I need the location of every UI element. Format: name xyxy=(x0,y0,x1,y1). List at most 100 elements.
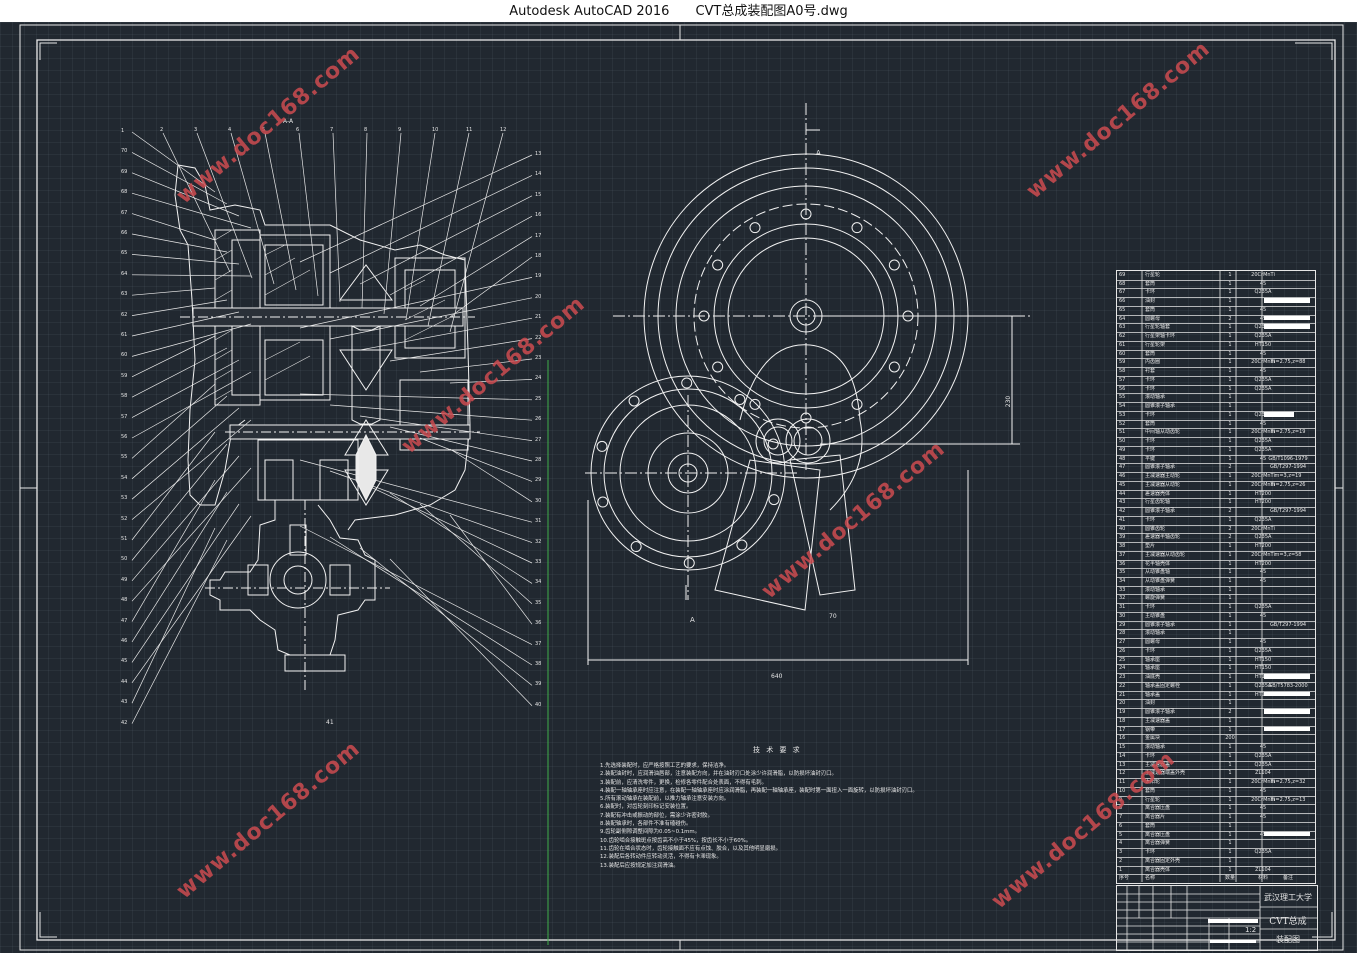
bom-cell: 圆锥滚子轴承 xyxy=(1145,621,1176,628)
callout-number: 59 xyxy=(121,372,128,379)
scale-bar xyxy=(1208,919,1258,923)
note-item: 4.装配一轴轴承座时应注意，在装配一轴轴承座时应涂润滑脂，再装配一轴轴承座，装配… xyxy=(600,787,918,794)
bolt-hole xyxy=(749,398,761,410)
callout-number: 69 xyxy=(121,168,128,175)
file-title: CVT总成装配图A0号.dwg xyxy=(695,4,848,19)
bom-cell: 45 xyxy=(1259,612,1267,619)
bom-cell: 1 xyxy=(1228,333,1232,340)
bom-cell: 1 xyxy=(1228,490,1232,497)
bom-cell: 1 xyxy=(1228,691,1232,698)
bom-cell: 备注 xyxy=(1282,875,1293,882)
bom-cell: 1 xyxy=(1228,866,1232,873)
bolt-hole xyxy=(596,440,608,452)
bom-cell: 套筒 xyxy=(1145,822,1156,829)
leader-line xyxy=(131,431,216,541)
bolt-hole xyxy=(681,377,693,389)
callout-number: 20 xyxy=(535,293,542,300)
leader-line xyxy=(131,254,240,265)
bom-cell: Q235A xyxy=(1254,438,1272,445)
drawing-type: 装配图 xyxy=(1276,935,1300,944)
callout-number: 27 xyxy=(535,436,542,443)
bom-cell: 从动锥盘弹簧 xyxy=(1145,578,1176,584)
bom-cell: 45 xyxy=(1259,639,1267,646)
bom-cell: 1 xyxy=(1228,324,1232,331)
bom-cell: 主减速器从动轮 xyxy=(1145,481,1181,488)
leader-line xyxy=(298,132,319,297)
note-item: 8.装配轴承时，各部件不准有磕碰伤。 xyxy=(600,821,692,828)
bom-cell: 差速器半轴齿轮 xyxy=(1145,534,1181,541)
bom-cell: 14 xyxy=(1119,752,1126,759)
bom-cell: 1 xyxy=(1228,665,1232,672)
bom-cell: 62 xyxy=(1119,333,1126,340)
bom-cell: 56 xyxy=(1119,385,1126,392)
bom-cell: 47 xyxy=(1119,464,1126,471)
bom-cell: 行星架轴卡环 xyxy=(1145,333,1176,340)
bom-cell: 69 xyxy=(1119,272,1126,278)
bom-cell: 1 xyxy=(1228,306,1232,313)
callout-number: 37 xyxy=(535,640,542,647)
scale-value: 1:2 xyxy=(1245,926,1257,934)
leader-line xyxy=(329,470,533,543)
callout-number: 18 xyxy=(535,253,542,259)
callout-number: 43 xyxy=(121,699,128,706)
bom-cell: Q235A xyxy=(1254,752,1272,759)
bom-cell: 离合器压盘 xyxy=(1145,805,1171,812)
bom-cell: 45 xyxy=(1259,420,1267,427)
bom-cell: 1 xyxy=(1228,420,1232,427)
callout-number: 57 xyxy=(121,413,128,420)
callout-number: 51 xyxy=(121,536,128,542)
bom-cell: 64 xyxy=(1119,315,1126,322)
drawing-canvas[interactable]: A-A A A 230 640 70 41 1 70 69 68 67 66 65 64 63 6… xyxy=(0,22,1357,953)
bom-cell: 卡环 xyxy=(1145,385,1156,392)
bolt-hole xyxy=(628,395,640,407)
bom-cell: 2 xyxy=(1228,709,1232,716)
leader-line xyxy=(131,335,216,378)
note-item: 13.装配后应按规定加注润滑油。 xyxy=(600,862,679,869)
bom-cell: 34 xyxy=(1119,578,1126,584)
bom-cell: 1 xyxy=(1228,446,1232,453)
title-bar-2 xyxy=(1210,940,1256,943)
bom-cell: 1 xyxy=(1228,543,1232,550)
bom-cell: HT150 xyxy=(1254,341,1272,348)
leader-line xyxy=(383,132,402,315)
bom-cell: 1 xyxy=(1228,612,1232,619)
bom-cell: 1 xyxy=(1228,849,1232,856)
bom-cell: 51 xyxy=(1119,429,1126,436)
callout-number: 31 xyxy=(535,518,542,525)
bom-cell: 1 xyxy=(1119,866,1123,873)
bom-cell: 1 xyxy=(1228,429,1232,436)
callout-number: 10 xyxy=(432,127,439,133)
bom-cell: 38 xyxy=(1119,543,1126,550)
bom-cell: 套筒 xyxy=(1145,350,1156,357)
bom-cell: 1 xyxy=(1228,604,1232,611)
callout-number: 40 xyxy=(535,701,542,708)
bom-cell: 衬套 xyxy=(1145,368,1156,375)
callout-number: 24 xyxy=(535,375,542,382)
bom-cell: 1 xyxy=(1228,796,1232,803)
bom-cell: 21 xyxy=(1119,691,1126,698)
leader-line xyxy=(449,132,504,333)
bom-cell: 35 xyxy=(1119,569,1126,576)
callout-number: 54 xyxy=(121,474,128,481)
bolt-hole xyxy=(888,361,900,373)
bolt-hole xyxy=(736,539,748,551)
bom-cell: m=2.75,z=13 xyxy=(1270,796,1306,803)
bom-cell: 68 xyxy=(1119,280,1126,287)
bom-cell: HT200 xyxy=(1254,560,1272,567)
bom-cell: 1 xyxy=(1228,394,1232,401)
bom-cell: 1 xyxy=(1228,761,1232,768)
bom-cell: 49 xyxy=(1119,446,1126,453)
bom-cell: 1 xyxy=(1228,350,1232,357)
callout-number: 64 xyxy=(121,270,128,277)
bom-cell: 1 xyxy=(1228,560,1232,567)
bom-remark-bar xyxy=(1264,691,1310,697)
bom-cell: 油底壳 xyxy=(1145,674,1161,681)
bom-cell: 45 xyxy=(1259,350,1267,357)
bom-cell: 7 xyxy=(1119,814,1123,821)
bom-cell: 序号 xyxy=(1119,875,1130,882)
callout-bottom: 41 xyxy=(326,719,334,726)
callout-number: 7 xyxy=(330,127,334,133)
bom-remark-bar xyxy=(1264,298,1310,303)
callout-number: 61 xyxy=(121,332,128,338)
bolt-hole xyxy=(767,438,779,450)
